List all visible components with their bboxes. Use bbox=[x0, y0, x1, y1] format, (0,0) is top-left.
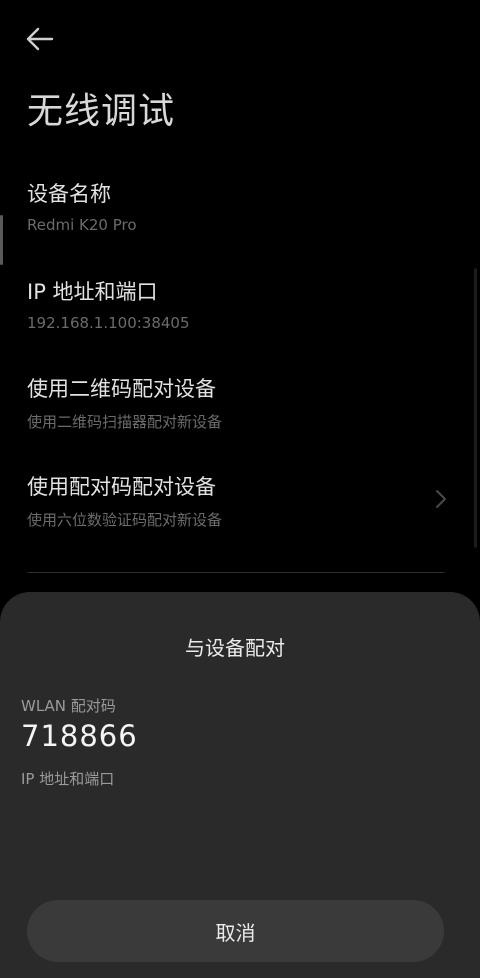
pair-with-qr-item[interactable]: 使用二维码配对设备 使用二维码扫描器配对新设备 bbox=[27, 373, 447, 432]
device-name-item[interactable]: 设备名称 Redmi K20 Pro bbox=[27, 178, 447, 234]
item-title: IP 地址和端口 bbox=[27, 280, 158, 304]
chevron-right-icon bbox=[436, 490, 446, 508]
pair-device-dialog: 与设备配对 WLAN 配对码 718866 IP 地址和端口 取消 bbox=[0, 592, 480, 978]
cancel-button[interactable]: 取消 bbox=[27, 900, 444, 962]
wlan-pairing-code: 718866 bbox=[21, 719, 138, 753]
scrollbar-track bbox=[474, 268, 477, 548]
ip-address-label: IP 地址和端口 bbox=[21, 770, 115, 788]
dialog-title: 与设备配对 bbox=[185, 636, 285, 660]
arrow-left-icon bbox=[26, 27, 54, 51]
divider bbox=[27, 572, 445, 573]
ip-address-item[interactable]: IP 地址和端口 192.168.1.100:38405 bbox=[27, 276, 447, 332]
page-title: 无线调试 bbox=[27, 91, 176, 132]
pair-with-code-item[interactable]: 使用配对码配对设备 使用六位数验证码配对新设备 bbox=[27, 471, 447, 530]
item-subtitle: 使用六位数验证码配对新设备 bbox=[27, 511, 223, 529]
wireless-debugging-screen: 无线调试 设备名称 Redmi K20 Pro IP 地址和端口 192.168… bbox=[0, 0, 480, 978]
scroll-indicator bbox=[0, 215, 3, 265]
item-subtitle: Redmi K20 Pro bbox=[27, 216, 137, 234]
item-subtitle: 192.168.1.100:38405 bbox=[27, 314, 190, 332]
back-button[interactable] bbox=[22, 24, 58, 54]
item-title: 设备名称 bbox=[27, 182, 111, 206]
item-title: 使用二维码配对设备 bbox=[27, 377, 216, 401]
item-subtitle: 使用二维码扫描器配对新设备 bbox=[27, 413, 223, 431]
item-title: 使用配对码配对设备 bbox=[27, 475, 216, 499]
wlan-pairing-code-label: WLAN 配对码 bbox=[21, 697, 116, 715]
